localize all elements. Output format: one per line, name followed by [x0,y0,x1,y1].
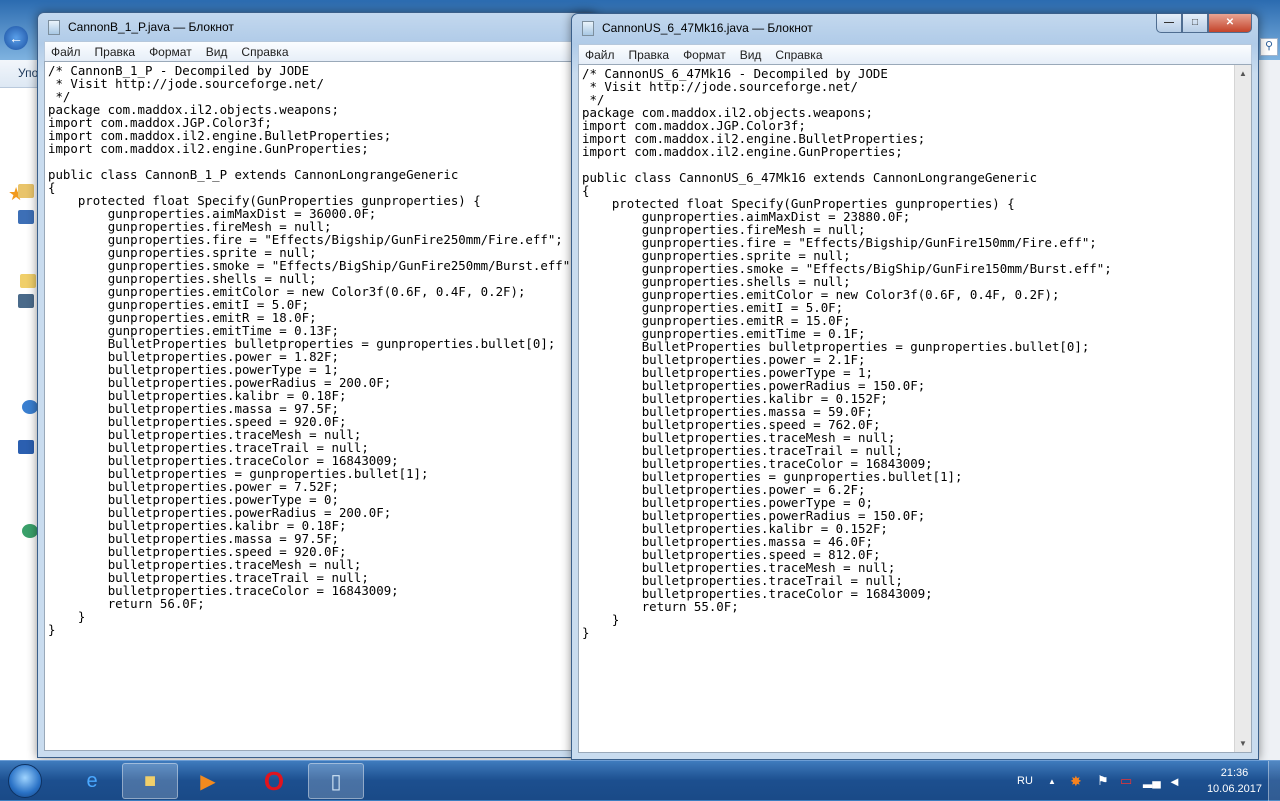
back-arrow-icon[interactable]: ← [4,26,28,50]
close-button[interactable]: ✕ [1208,14,1252,33]
explorer-nav-pane: ★ [0,88,40,760]
menu-format[interactable]: Формат [149,45,192,59]
menu-bar: Файл Правка Формат Вид Справка [44,41,596,61]
explorer-organize-button[interactable]: Упо [18,66,38,80]
network-icon[interactable] [22,524,38,538]
search-icon[interactable]: ⚲ [1260,38,1278,56]
menu-format[interactable]: Формат [683,48,726,62]
volume-icon[interactable]: ◄ [1168,761,1181,801]
file-content[interactable]: /* CannonUS_6_47Mk16 - Decompiled by JOD… [579,65,1251,639]
file-content[interactable]: /* CannonB_1_P - Decompiled by JODE * Vi… [45,62,595,636]
opera-icon[interactable]: O [246,763,302,799]
menu-edit[interactable]: Правка [95,45,136,59]
menu-bar: Файл Правка Формат Вид Справка [578,44,1252,64]
explorer-scrollbar[interactable] [1258,60,1280,760]
notepad-icon [48,20,60,35]
menu-file[interactable]: Файл [585,48,615,62]
homegroup-icon[interactable] [22,400,38,414]
text-editor[interactable]: /* CannonUS_6_47Mk16 - Decompiled by JOD… [578,64,1252,753]
scroll-up-arrow-icon[interactable]: ▲ [1235,65,1251,82]
language-indicator[interactable]: RU [1017,761,1033,801]
internet-explorer-icon[interactable]: e [64,763,120,799]
show-desktop-button[interactable] [1268,761,1280,801]
window-title: CannonUS_6_47Mk16.java — Блокнот [602,21,813,35]
clock[interactable]: 21:36 10.06.2017 [1207,765,1262,797]
folder-icon[interactable] [18,184,34,198]
menu-view[interactable]: Вид [206,45,228,59]
notepad-taskbar-icon[interactable]: ▯ [308,763,364,799]
notepad-icon [582,21,594,36]
text-editor[interactable]: /* CannonB_1_P - Decompiled by JODE * Vi… [44,61,596,751]
avast-icon[interactable]: ✸ [1070,761,1082,801]
notepad-window-cannonb: CannonB_1_P.java — Блокнот Файл Правка Ф… [37,12,597,758]
power-icon[interactable]: ▭ [1120,761,1132,801]
video-icon[interactable] [18,294,34,308]
minimize-button[interactable]: — [1156,14,1182,33]
menu-help[interactable]: Справка [241,45,288,59]
maximize-button[interactable]: □ [1182,14,1208,33]
show-hidden-icons-arrow-icon[interactable]: ▲ [1048,761,1056,801]
scroll-down-arrow-icon[interactable]: ▼ [1235,735,1251,752]
libraries-folder-icon[interactable] [20,274,36,288]
clock-date: 10.06.2017 [1206,783,1262,795]
start-button[interactable] [8,764,42,798]
menu-edit[interactable]: Правка [629,48,670,62]
network-signal-icon[interactable]: ▂▄ [1143,761,1161,801]
computer-icon[interactable] [18,440,34,454]
menu-help[interactable]: Справка [775,48,822,62]
action-center-flag-icon[interactable]: ⚑ [1097,761,1109,801]
menu-view[interactable]: Вид [740,48,762,62]
window-title: CannonB_1_P.java — Блокнот [68,20,234,34]
caption-buttons: — □ ✕ [1156,14,1252,33]
menu-file[interactable]: Файл [51,45,81,59]
media-player-icon[interactable]: ▶ [180,763,236,799]
notepad-window-cannonus: CannonUS_6_47Mk16.java — Блокнот — □ ✕ Ф… [571,13,1259,760]
vertical-scrollbar[interactable]: ▲ ▼ [1234,65,1251,752]
explorer-folder-icon[interactable]: ■ [122,763,178,799]
drive-icon[interactable] [18,210,34,224]
clock-time: 21:36 [1220,767,1249,779]
taskbar: e ■ ▶ O ▯ RU ▲ ✸ ⚑ ▭ ▂▄ ◄ 21:36 10.06.20… [0,760,1280,801]
